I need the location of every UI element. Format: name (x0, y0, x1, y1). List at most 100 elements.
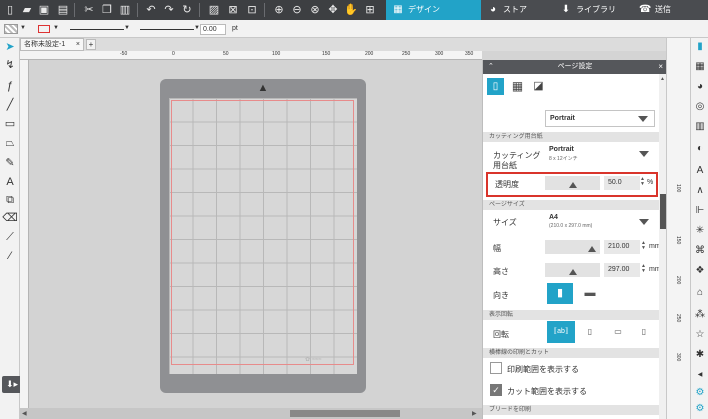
text-edit-tool-icon[interactable]: ⧉ (2, 193, 18, 208)
height-slider[interactable] (545, 263, 600, 277)
pan-hand-icon[interactable]: ✋ (344, 3, 358, 17)
text-tool-icon[interactable]: A (2, 175, 18, 190)
scroll-up-icon[interactable]: ▲ (660, 76, 665, 82)
eyedropper-tool-icon[interactable]: ⁄ (2, 249, 18, 264)
paste-icon[interactable]: ▥ (118, 3, 132, 17)
horizontal-scroll-thumb[interactable] (290, 410, 400, 417)
path-tool-icon[interactable]: ƒ (2, 79, 18, 94)
modify-rail-icon[interactable]: ❖ (693, 264, 707, 278)
select-all-icon[interactable]: ▨ (207, 3, 221, 17)
text-style-rail-icon[interactable]: A (693, 164, 707, 178)
redraw-icon[interactable]: ↻ (180, 3, 194, 17)
line-tool-icon[interactable]: ╱ (2, 98, 18, 113)
zoom-select-icon[interactable]: ⊗ (308, 3, 322, 17)
tab-send[interactable]: ☎ 送信 (633, 0, 708, 20)
deselect-icon[interactable]: ⊠ (226, 3, 240, 17)
document-tab[interactable]: 名称未設定-1 × (20, 38, 84, 51)
select-tool-icon[interactable]: ➤ (2, 40, 18, 55)
transparency-spinner-icon[interactable]: ▲ ▼ (640, 177, 645, 187)
fill-pattern-swatch[interactable] (4, 24, 18, 34)
edit-points-icon[interactable]: ↯ (2, 58, 18, 73)
polygon-tool-icon[interactable]: ⏢ (2, 136, 18, 151)
fill-dropdown-arrow-icon[interactable]: ▼ (20, 25, 26, 31)
line-color-swatch[interactable] (38, 25, 50, 33)
fit-page-icon[interactable]: ⊞ (363, 3, 377, 17)
new-file-icon[interactable]: ▯ (3, 3, 17, 17)
size-dropdown[interactable]: A4 (210.0 x 297.0 mm) (545, 212, 655, 232)
collapse-rail-icon[interactable]: ◀ (693, 368, 707, 382)
add-tab-button[interactable]: + (86, 39, 96, 50)
line-width-sample[interactable] (140, 29, 194, 30)
copy-icon[interactable]: ❐ (100, 3, 114, 17)
import-panel-button[interactable]: ⬇▸ (2, 376, 22, 393)
transparency-input[interactable]: 50.0 (604, 176, 640, 190)
media-dropdown[interactable]: Portrait (545, 110, 655, 127)
pencil-tool-icon[interactable]: ✎ (2, 156, 18, 171)
cut-icon[interactable]: ✂ (82, 3, 96, 17)
line-style-rail-icon[interactable]: ▥ (693, 120, 707, 134)
zoom-in-icon[interactable]: ⊕ (272, 3, 286, 17)
rotate-90-button[interactable]: ▯ (579, 321, 601, 343)
line-style-arrow-icon[interactable]: ▼ (124, 25, 130, 31)
scroll-right-icon[interactable]: ▶ (472, 410, 477, 417)
redo-icon[interactable]: ↷ (162, 3, 176, 17)
horizontal-scrollbar[interactable]: ◀ ▶ (20, 408, 482, 419)
flower-rail-icon[interactable]: ✱ (693, 348, 707, 362)
select-special-icon[interactable]: ⊡ (245, 3, 259, 17)
line-width-input[interactable]: 0.00 (200, 24, 226, 35)
collapse-panel-icon[interactable]: ⌃ (488, 60, 494, 74)
zoom-out-icon[interactable]: ⊖ (290, 3, 304, 17)
preferences-gear-icon[interactable]: ⚙ (693, 402, 707, 416)
width-slider[interactable] (545, 240, 600, 254)
offset-rail-icon[interactable]: ⌂ (693, 286, 707, 300)
grid-settings-icon[interactable]: ▦ (509, 78, 526, 95)
open-folder-icon[interactable]: ▰ (20, 3, 34, 17)
library-rail-icon[interactable]: ▦ (693, 60, 707, 74)
close-tab-icon[interactable]: × (76, 39, 80, 50)
width-spinner-icon[interactable]: ▲ ▼ (641, 241, 646, 251)
save-icon[interactable]: ▣ (37, 3, 51, 17)
fill-color-rail-icon[interactable]: ◕ (693, 80, 707, 94)
transparency-rail-icon[interactable]: ◐ (693, 142, 707, 156)
height-input[interactable]: 297.00 (604, 263, 640, 277)
transform-rail-icon[interactable]: ⌘ (693, 244, 707, 258)
align-rail-icon[interactable]: ⊩ (693, 204, 707, 218)
portrait-orientation-button[interactable]: ▮ (547, 283, 573, 304)
slider-knob-icon[interactable] (569, 269, 577, 275)
transparency-slider[interactable] (545, 176, 600, 190)
mat-cutting-area[interactable]: ✿ ≈≈≈ (169, 98, 357, 374)
knife-tool-icon[interactable]: ⟋ (2, 230, 18, 245)
eraser-tool-icon[interactable]: ⌫ (2, 211, 18, 226)
cutting-mat-dropdown[interactable]: Portrait 8 x 12インチ (545, 144, 655, 164)
cut-area-checkbox[interactable]: ✓ (490, 384, 502, 396)
close-panel-icon[interactable]: × (658, 60, 663, 74)
page-settings-tab[interactable]: ▯ (487, 78, 504, 95)
print-icon[interactable]: ▤ (56, 3, 70, 17)
replicate-rail-icon[interactable]: ✳ (693, 224, 707, 238)
page-setup-rail-icon[interactable]: ▮ (693, 40, 707, 54)
tab-store[interactable]: ◕ ストア (481, 0, 554, 20)
undo-icon[interactable]: ↶ (144, 3, 158, 17)
line-color-arrow-icon[interactable]: ▼ (53, 25, 59, 31)
trace-rail-icon[interactable]: ⁂ (693, 308, 707, 322)
tab-library[interactable]: ⬇ ライブラリ (554, 0, 633, 20)
slider-knob-icon[interactable] (588, 246, 596, 252)
height-spinner-icon[interactable]: ▲ ▼ (641, 264, 646, 274)
settings-gear-icon[interactable]: ⚙ (693, 386, 707, 400)
background-settings-icon[interactable]: ◪ (530, 78, 547, 95)
rotate-0-button[interactable]: ⟦ab⟧ (547, 321, 575, 343)
print-area-checkbox[interactable] (490, 362, 502, 374)
slider-knob-icon[interactable] (569, 182, 577, 188)
text-path-rail-icon[interactable]: ∧ (693, 184, 707, 198)
rotate-180-button[interactable]: ▭ (607, 321, 629, 343)
star-rail-icon[interactable]: ☆ (693, 328, 707, 342)
rotate-270-button[interactable]: ▯ (633, 321, 655, 343)
move-drag-icon[interactable]: ✥ (326, 3, 340, 17)
width-input[interactable]: 210.00 (604, 240, 640, 254)
tab-design[interactable]: ▦ デザイン (386, 0, 481, 20)
rectangle-tool-icon[interactable]: ▭ (2, 117, 18, 132)
line-style-sample[interactable] (70, 29, 124, 30)
scroll-left-icon[interactable]: ◀ (22, 410, 27, 417)
line-color-rail-icon[interactable]: ◎ (693, 100, 707, 114)
landscape-orientation-button[interactable]: ▬ (577, 283, 603, 304)
